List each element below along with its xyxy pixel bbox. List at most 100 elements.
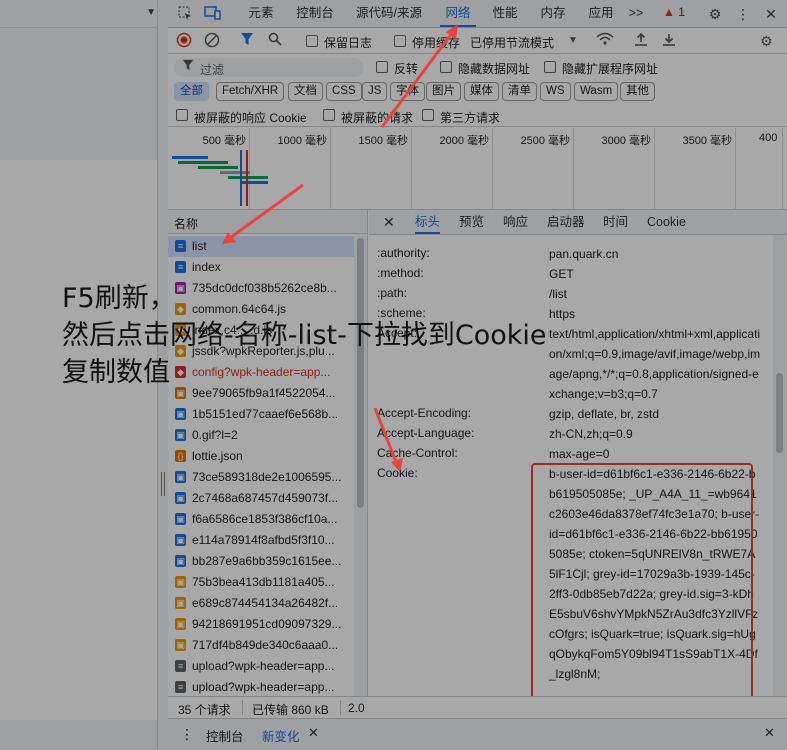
request-row[interactable]: ▣ e114a78914f8afbd5f3f10... xyxy=(168,530,354,551)
type-filter-manifest[interactable]: 清单 xyxy=(502,82,537,101)
tab-headers[interactable]: 标头 xyxy=(415,210,441,234)
tab-memory[interactable]: 内存 xyxy=(538,0,568,27)
throttling-dropdown-icon[interactable]: ▼ xyxy=(568,32,578,50)
disable-cache-checkbox[interactable] xyxy=(394,35,406,47)
type-filter-wasm[interactable]: Wasm xyxy=(574,82,619,101)
filter-input[interactable]: 过滤 xyxy=(174,58,364,77)
request-row[interactable]: ▣ 2c7468a687457d459073f... xyxy=(168,488,354,509)
filter-icon xyxy=(182,59,194,74)
request-name: upload?wpk-header=app... xyxy=(192,659,335,673)
header-value[interactable]: gzip, deflate, br, zstd xyxy=(549,404,761,424)
inspect-element-icon[interactable] xyxy=(176,5,194,23)
type-filter-img[interactable]: 图片 xyxy=(426,82,461,101)
request-row[interactable]: ≡ index xyxy=(168,257,354,278)
status-extra: 2.0 xyxy=(348,701,365,715)
tab-elements[interactable]: 元素 xyxy=(246,0,276,27)
request-row[interactable]: ≡ upload?wpk-header=app... xyxy=(168,656,354,677)
page-top-bar: ▼ xyxy=(0,0,168,28)
search-icon[interactable] xyxy=(268,32,282,50)
drawer-tab-whats-new[interactable]: 新变化 xyxy=(262,726,300,745)
request-row[interactable]: ≡ upload?wpk-header=app... xyxy=(168,677,354,696)
more-options-icon[interactable]: ⋮ xyxy=(734,5,752,23)
type-filter-ws[interactable]: WS xyxy=(540,82,571,101)
timeline-tick: 500 毫秒 xyxy=(203,128,250,210)
request-type-icon: ≡ xyxy=(175,681,186,693)
annotation-line-3: 复制数值 xyxy=(62,357,170,388)
settings-gear-icon[interactable]: ⚙ xyxy=(706,5,724,23)
tab-timing[interactable]: 时间 xyxy=(603,210,628,234)
type-filter-font[interactable]: 字体 xyxy=(390,82,425,101)
tab-application[interactable]: 应用 xyxy=(586,0,616,27)
details-scrollbar[interactable] xyxy=(773,235,786,696)
type-filter-doc[interactable]: 文档 xyxy=(288,82,323,101)
blocked-requests-checkbox[interactable] xyxy=(323,109,335,121)
import-har-icon[interactable] xyxy=(634,32,648,50)
tab-initiator[interactable]: 启动器 xyxy=(547,210,585,234)
type-filter-media[interactable]: 媒体 xyxy=(464,82,499,101)
blocked-cookies-checkbox[interactable] xyxy=(176,109,188,121)
device-toolbar-icon[interactable] xyxy=(204,5,222,23)
timeline-tick-label: 1000 毫秒 xyxy=(277,135,327,147)
tab-performance[interactable]: 性能 xyxy=(490,0,520,27)
hide-extension-urls-checkbox[interactable] xyxy=(544,61,556,73)
tab-sources[interactable]: 源代码/来源 xyxy=(354,0,424,27)
close-drawer-tab-icon[interactable]: ✕ xyxy=(308,725,319,741)
request-row[interactable]: ▣ 73ce589318de2e1006595... xyxy=(168,467,354,488)
timeline-overview[interactable]: 500 毫秒 1000 毫秒 1500 毫秒 2000 毫秒 2500 毫秒 3… xyxy=(168,128,787,210)
type-filter-fetch-xhr[interactable]: Fetch/XHR xyxy=(216,82,285,101)
tab-console[interactable]: 控制台 xyxy=(294,0,336,27)
more-tabs-button[interactable]: >> xyxy=(626,0,646,27)
header-key: Cache-Control: xyxy=(377,446,458,460)
record-stop-icon[interactable] xyxy=(176,32,192,50)
dropdown-caret-icon[interactable]: ▼ xyxy=(146,7,156,18)
drawer-menu-icon[interactable]: ⋮ xyxy=(180,726,194,743)
request-row[interactable]: ▣ 94218691951cd09097329... xyxy=(168,614,354,635)
invert-checkbox[interactable] xyxy=(376,61,388,73)
request-row[interactable]: ▣ bb287e9a6bb359c1615ee... xyxy=(168,551,354,572)
export-har-icon[interactable] xyxy=(662,32,676,50)
preserve-log-checkbox[interactable] xyxy=(306,35,318,47)
tab-cookies[interactable]: Cookie xyxy=(647,210,686,234)
invert-label: 反转 xyxy=(394,62,419,76)
filter-funnel-icon[interactable] xyxy=(240,32,254,50)
timeline-tick: 1000 毫秒 xyxy=(277,128,331,210)
tab-response[interactable]: 响应 xyxy=(503,210,528,234)
request-row[interactable]: ▣ f6a6586ce1853f386cf10a... xyxy=(168,509,354,530)
type-filter-css[interactable]: CSS xyxy=(326,82,362,101)
details-scrollbar-thumb[interactable] xyxy=(776,373,783,453)
request-row[interactable]: {} lottie.json xyxy=(168,446,354,467)
drawer-tab-console[interactable]: 控制台 xyxy=(206,726,244,745)
request-row[interactable]: ▣ e689c874454134a26482f... xyxy=(168,593,354,614)
throttling-select[interactable]: 已停用节流模式 xyxy=(470,34,554,51)
request-row[interactable]: ▣ 1b5151ed77caaef6e568b... xyxy=(168,404,354,425)
request-name: index xyxy=(192,260,221,274)
close-drawer-icon[interactable]: ✕ xyxy=(764,725,775,741)
request-row[interactable]: ▣ 0.gif?l=2 xyxy=(168,425,354,446)
header-value[interactable]: zh-CN,zh;q=0.9 xyxy=(549,424,761,444)
clear-log-icon[interactable] xyxy=(204,32,220,50)
close-details-icon[interactable]: ✕ xyxy=(383,214,395,231)
request-row[interactable]: ≡ list xyxy=(168,236,354,257)
tab-network[interactable]: 网络 xyxy=(440,0,476,27)
request-row[interactable]: ▣ 717df4b849de340c6aaa0... xyxy=(168,635,354,656)
close-devtools-icon[interactable]: ✕ xyxy=(762,5,780,23)
type-filter-all[interactable]: 全部 xyxy=(174,82,209,101)
list-header[interactable]: 名称 xyxy=(168,210,367,234)
type-filter-js[interactable]: JS xyxy=(362,82,388,101)
network-conditions-icon[interactable] xyxy=(596,32,614,50)
third-party-checkbox[interactable] xyxy=(422,109,434,121)
timeline-tick-label: 500 毫秒 xyxy=(202,135,246,147)
tab-preview[interactable]: 预览 xyxy=(459,210,484,234)
request-row[interactable]: ▣ 75b3bea413db1181a405... xyxy=(168,572,354,593)
type-filter-other[interactable]: 其他 xyxy=(620,82,655,101)
request-type-icon: ≡ xyxy=(175,660,186,672)
header-value[interactable]: max-age=0 xyxy=(549,444,761,464)
warning-counter[interactable]: ▲ 1 xyxy=(663,5,685,19)
status-bar: 35 个请求 已传输 860 kB 2.0 xyxy=(168,696,787,718)
timeline-tick-label: 3500 毫秒 xyxy=(682,135,732,147)
resize-grip-icon[interactable] xyxy=(161,472,165,496)
network-settings-gear-icon[interactable]: ⚙ xyxy=(760,32,773,50)
request-type-icon: ▣ xyxy=(175,597,186,609)
hide-data-urls-checkbox[interactable] xyxy=(440,61,452,73)
header-value[interactable]: pan.quark.cn xyxy=(549,244,761,264)
